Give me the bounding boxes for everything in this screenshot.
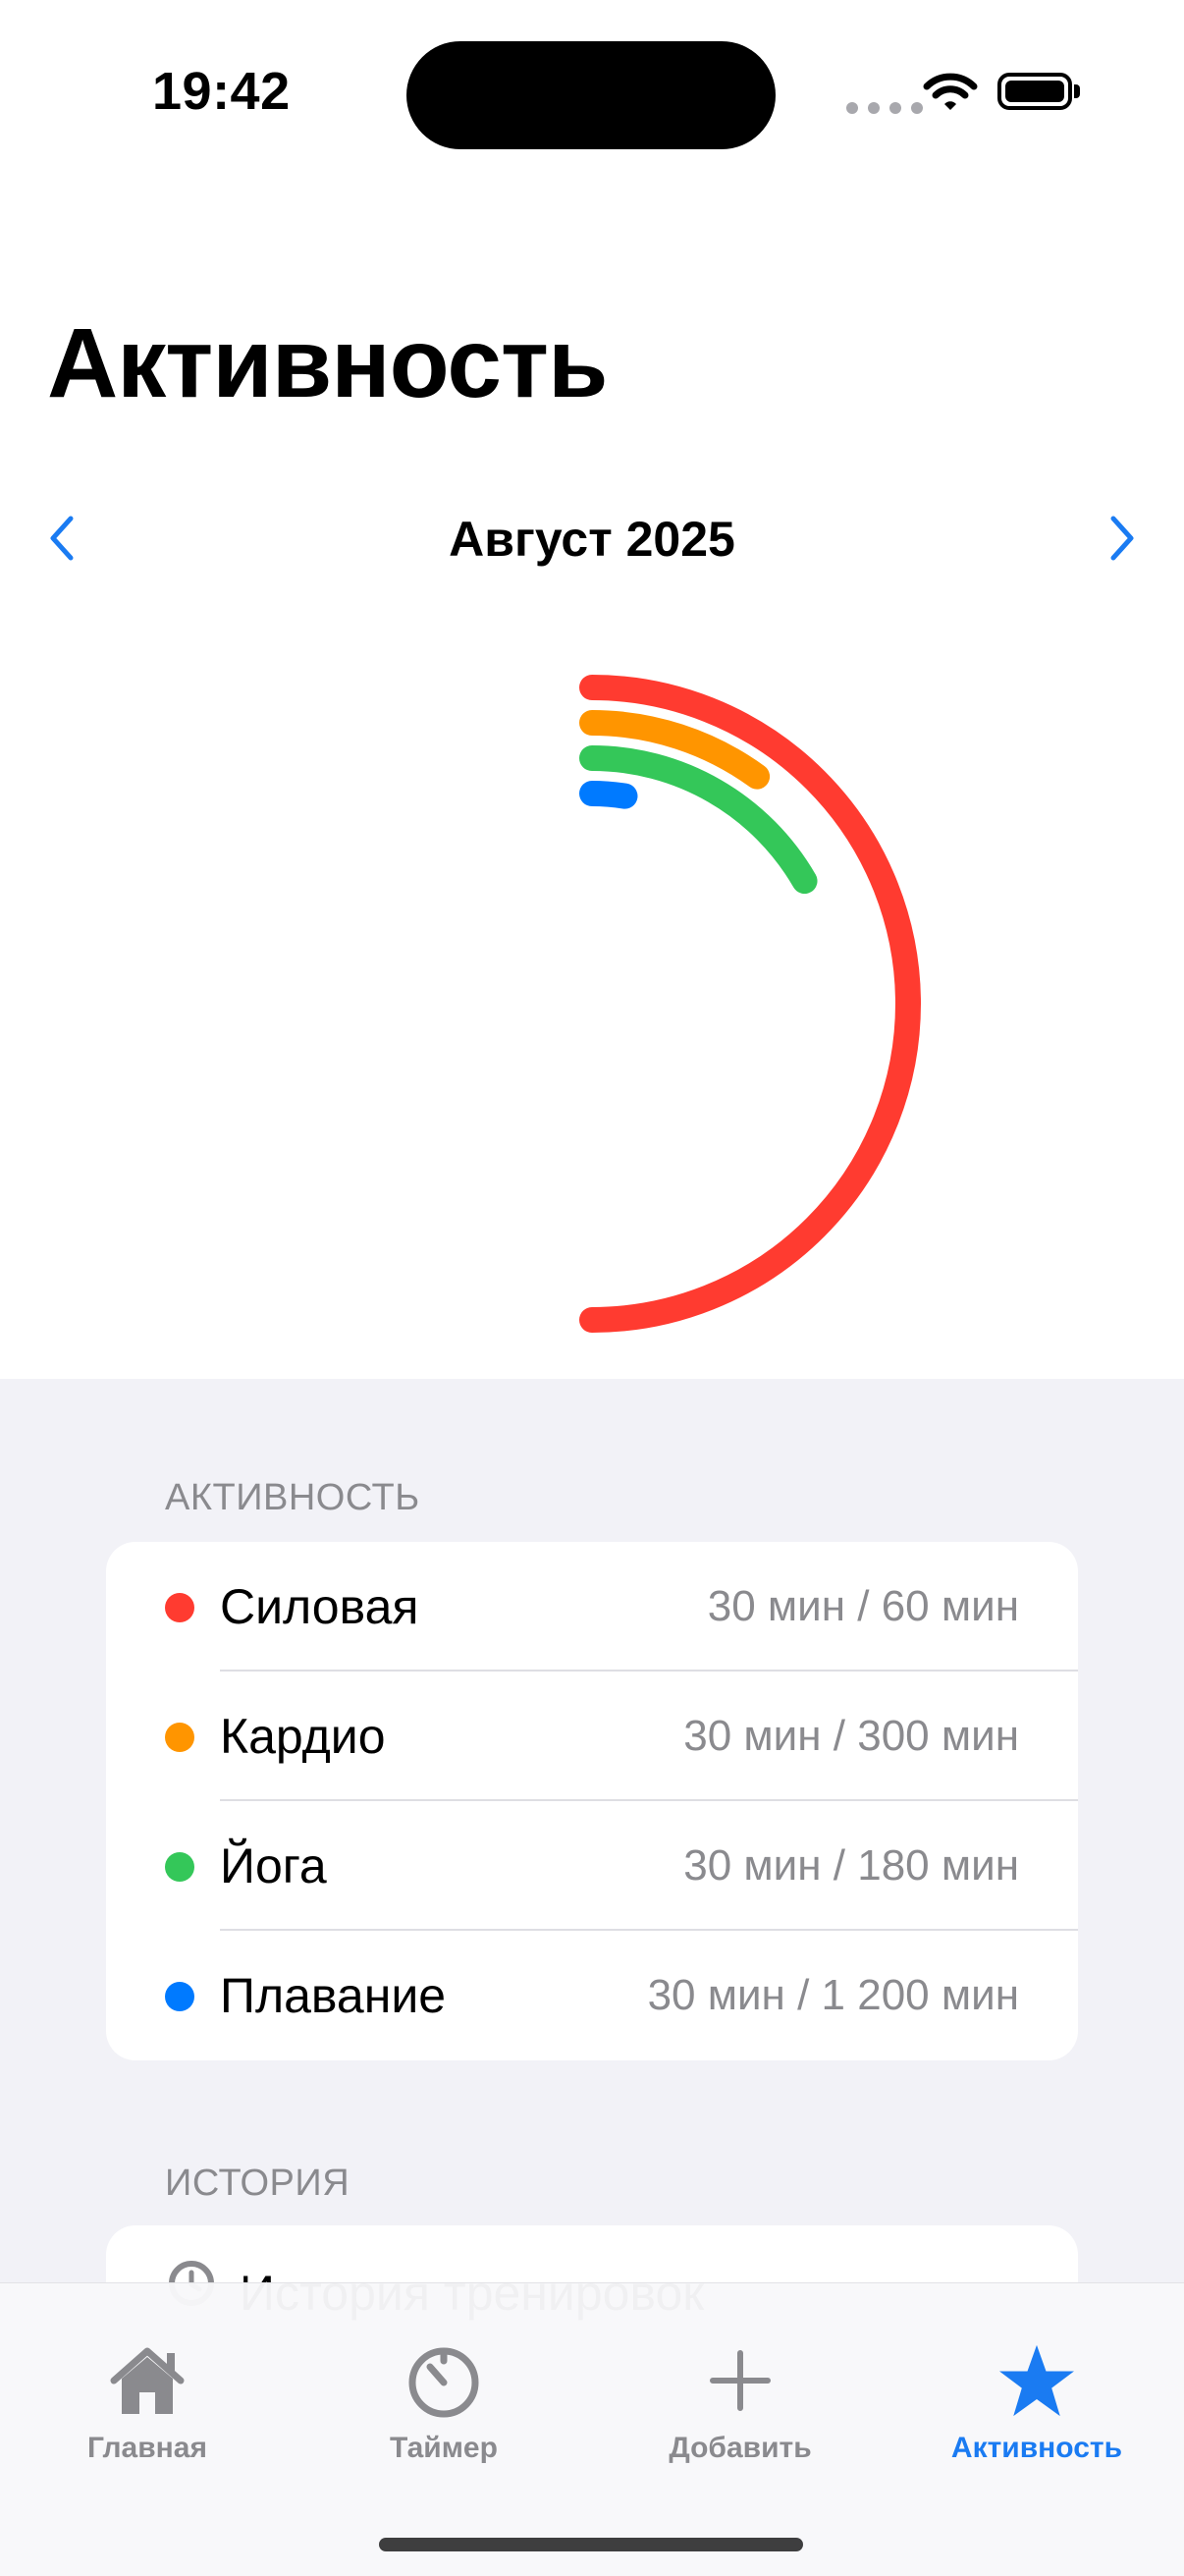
activity-row-swimming[interactable]: Плавание 30 мин / 1 200 мин [106,1931,1078,2060]
ring-yoga [579,745,818,895]
plus-icon [710,2350,771,2411]
tab-label: Активность [950,2432,1123,2464]
strength-color-dot [165,1593,194,1622]
activity-name: Плавание [220,1968,447,2023]
tab-add[interactable]: Добавить [593,2343,888,2465]
yoga-color-dot [165,1852,194,1882]
activity-name: Йога [220,1838,327,1893]
tab-home[interactable]: Главная [0,2343,295,2465]
history-section-header: ИСТОРИЯ [165,2163,350,2204]
activity-name: Кардио [220,1709,386,1764]
activity-row-strength[interactable]: Силовая 30 мин / 60 мин [106,1542,1078,1672]
swimming-color-dot [165,1982,194,2011]
activity-name: Силовая [220,1579,419,1634]
activity-value: 30 мин / 1 200 мин [647,1971,1019,2019]
dynamic-island [406,41,776,149]
next-month-button[interactable] [1084,499,1162,577]
star-icon [999,2344,1074,2417]
status-time: 19:42 [152,62,291,121]
cardio-color-dot [165,1723,194,1752]
tab-timer[interactable]: Таймер [296,2343,591,2465]
timer-icon [408,2347,479,2418]
activity-value: 30 мин / 60 мин [707,1582,1019,1630]
home-indicator [379,2538,803,2551]
tab-activity[interactable]: Активность [889,2343,1184,2465]
cellular-signal-icon [846,102,923,114]
house-icon [110,2347,185,2414]
ring-swimming [579,780,638,809]
activity-value: 30 мин / 300 мин [683,1712,1019,1760]
tab-label: Таймер [390,2432,498,2464]
tab-label: Добавить [669,2432,812,2464]
chevron-right-icon [1110,516,1134,561]
activity-row-yoga[interactable]: Йога 30 мин / 180 мин [106,1801,1078,1931]
activity-list-card: Силовая 30 мин / 60 мин Кардио 30 мин / … [106,1542,1078,2060]
activity-row-cardio[interactable]: Кардио 30 мин / 300 мин [106,1672,1078,1801]
tab-label: Главная [86,2432,207,2464]
page-title: Активность [47,308,608,418]
battery-cap [1074,84,1080,98]
month-label: Август 2025 [449,512,735,567]
activity-value: 30 мин / 180 мин [683,1841,1019,1890]
battery-icon [997,73,1072,110]
activity-rings [579,675,921,1333]
wifi-icon [923,73,978,110]
activity-section-header: АКТИВНОСТЬ [165,1477,420,1518]
